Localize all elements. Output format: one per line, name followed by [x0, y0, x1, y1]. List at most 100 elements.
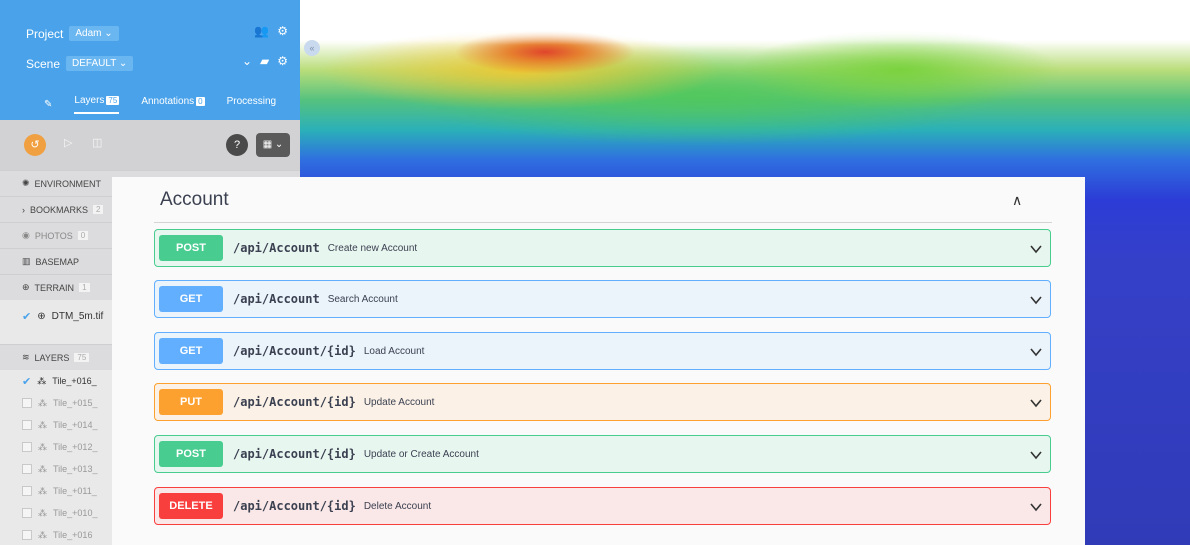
- operation-delete-account[interactable]: DELETE /api/Account/{id} Delete Account: [154, 487, 1051, 525]
- tab-annotations-label: Annotations: [141, 95, 195, 107]
- method-badge: GET: [159, 286, 223, 312]
- layer-checkbox[interactable]: [22, 530, 32, 540]
- tab-layers[interactable]: Layers 75: [74, 94, 120, 114]
- tab-annotations[interactable]: Annotations 0: [141, 95, 205, 113]
- play-icon[interactable]: ▷: [64, 136, 72, 149]
- project-label: Project: [26, 26, 64, 41]
- layer-item-label: Tile_+016: [53, 530, 93, 540]
- scene-actions: ⌄ ▰ ⚙: [242, 54, 288, 68]
- operation-get-account[interactable]: GET /api/Account Search Account: [154, 280, 1051, 318]
- chevron-down-icon[interactable]: [1028, 447, 1044, 463]
- method-badge: DELETE: [159, 493, 223, 519]
- divider: [154, 222, 1052, 223]
- sky-area: [300, 0, 1190, 45]
- section-photos-label: PHOTOS: [34, 230, 73, 241]
- operation-summary: Delete Account: [363, 500, 432, 512]
- operation-post-account-by-id[interactable]: POST /api/Account/{id} Update or Create …: [154, 435, 1051, 473]
- layer-checkbox[interactable]: [22, 464, 32, 474]
- account-api-section: Account ∧ POST /api/Account Create new A…: [112, 177, 1085, 545]
- operation-summary: Search Account: [327, 293, 398, 305]
- operation-path: /api/Account/{id}: [233, 395, 356, 409]
- tiles-icon: ⁂: [38, 485, 47, 496]
- scene-value: DEFAULT: [72, 58, 117, 69]
- view-mode-button[interactable]: ▦ ⌄: [256, 133, 290, 157]
- operation-summary: Create new Account: [327, 242, 418, 254]
- layer-item-label: Tile_+015_: [53, 398, 98, 408]
- chevron-down-icon[interactable]: [1028, 395, 1044, 411]
- operation-path: /api/Account/{id}: [233, 447, 356, 461]
- brush-icon[interactable]: ✎: [44, 99, 52, 110]
- tiles-icon: ⁂: [38, 529, 47, 540]
- section-environment-label: ENVIRONMENT: [34, 178, 102, 189]
- method-badge: GET: [159, 338, 223, 364]
- layers-count: 75: [74, 353, 90, 362]
- tab-processing[interactable]: Processing: [227, 96, 276, 113]
- scene-settings-icon[interactable]: ⚙: [277, 54, 288, 68]
- layer-item-label: Tile_+011_: [53, 486, 97, 496]
- frame-icon[interactable]: ◫: [92, 136, 102, 149]
- operation-get-account-by-id[interactable]: GET /api/Account/{id} Load Account: [154, 332, 1051, 370]
- layer-item-label: Tile_+012_: [53, 442, 98, 452]
- layer-item-label: Tile_+013_: [53, 464, 98, 474]
- project-row: Project Adam ⌄: [26, 26, 119, 41]
- operation-summary: Load Account: [363, 345, 425, 357]
- section-title: Account: [160, 189, 229, 210]
- tiles-icon: ⁂: [38, 507, 47, 518]
- layer-item-label: Tile_+014_: [53, 420, 98, 430]
- collapse-panel-button[interactable]: «: [304, 40, 320, 56]
- project-settings-icon[interactable]: ⚙: [277, 24, 288, 38]
- operation-path: /api/Account/{id}: [233, 499, 356, 513]
- chevron-down-icon[interactable]: [1028, 499, 1044, 515]
- tab-layers-badge: 75: [106, 95, 120, 105]
- chevron-down-icon[interactable]: ⌄: [242, 54, 252, 68]
- layers-stack-icon: ≋: [22, 352, 30, 362]
- tab-processing-label: Processing: [226, 95, 277, 107]
- tiles-icon: ⁂: [38, 419, 47, 430]
- section-basemap-label: BASEMAP: [35, 256, 80, 267]
- project-actions: 👥 ⚙: [254, 24, 288, 38]
- layer-checkbox[interactable]: [22, 442, 32, 452]
- camera-icon: ◉: [22, 230, 30, 240]
- tab-layers-label: Layers: [74, 94, 105, 106]
- photos-count: 0: [77, 231, 89, 240]
- operation-post-account[interactable]: POST /api/Account Create new Account: [154, 229, 1051, 267]
- section-bookmarks-label: BOOKMARKS: [30, 204, 89, 215]
- tiles-icon: ⁂: [38, 397, 47, 408]
- terrain-item-label: DTM_5m.tif: [51, 310, 104, 322]
- method-badge: PUT: [159, 389, 223, 415]
- chevron-down-icon[interactable]: [1028, 241, 1044, 257]
- operation-put-account[interactable]: PUT /api/Account/{id} Update Account: [154, 383, 1051, 421]
- project-value: Adam: [75, 28, 102, 39]
- tiles-icon: ⁂: [37, 375, 47, 386]
- tiles-icon: ⁂: [38, 463, 47, 474]
- method-badge: POST: [159, 441, 223, 467]
- section-terrain-label: TERRAIN: [34, 282, 75, 293]
- terrain-count: 1: [79, 283, 90, 292]
- chevron-down-icon[interactable]: [1028, 292, 1044, 308]
- operation-path: /api/Account/{id}: [233, 344, 356, 358]
- layer-checkbox[interactable]: [22, 420, 32, 430]
- layer-item-label: Tile_+016_: [52, 376, 97, 386]
- add-layer-button[interactable]: ↺: [24, 134, 46, 156]
- globe-icon: ⊕: [22, 282, 30, 292]
- collapse-section-icon[interactable]: ∧: [1012, 192, 1022, 209]
- layers-toolbar: ↺ ▷ ◫ ? ▦ ⌄: [0, 120, 300, 170]
- layer-checkbox[interactable]: [22, 398, 32, 408]
- users-icon[interactable]: 👥: [254, 24, 269, 38]
- environment-icon: ✺: [22, 178, 30, 188]
- scene-dropdown[interactable]: DEFAULT ⌄: [66, 56, 134, 71]
- globe-icon: ⊕: [37, 310, 46, 322]
- help-button[interactable]: ?: [226, 134, 248, 156]
- layer-checkbox[interactable]: [22, 486, 32, 496]
- project-dropdown[interactable]: Adam ⌄: [69, 26, 119, 41]
- panel-header: Project Adam ⌄ 👥 ⚙ Scene DEFAULT ⌄ ⌄ ▰ ⚙…: [0, 0, 300, 120]
- scene-row: Scene DEFAULT ⌄: [26, 56, 134, 71]
- layer-checkbox[interactable]: [22, 508, 32, 518]
- method-badge: POST: [159, 235, 223, 261]
- folder-icon[interactable]: ▰: [260, 54, 269, 68]
- chevron-down-icon[interactable]: [1028, 344, 1044, 360]
- checkmark-icon[interactable]: ✔: [22, 375, 31, 388]
- scene-label: Scene: [26, 56, 61, 71]
- operation-summary: Update or Create Account: [363, 448, 479, 460]
- checkmark-icon[interactable]: ✔: [22, 310, 31, 323]
